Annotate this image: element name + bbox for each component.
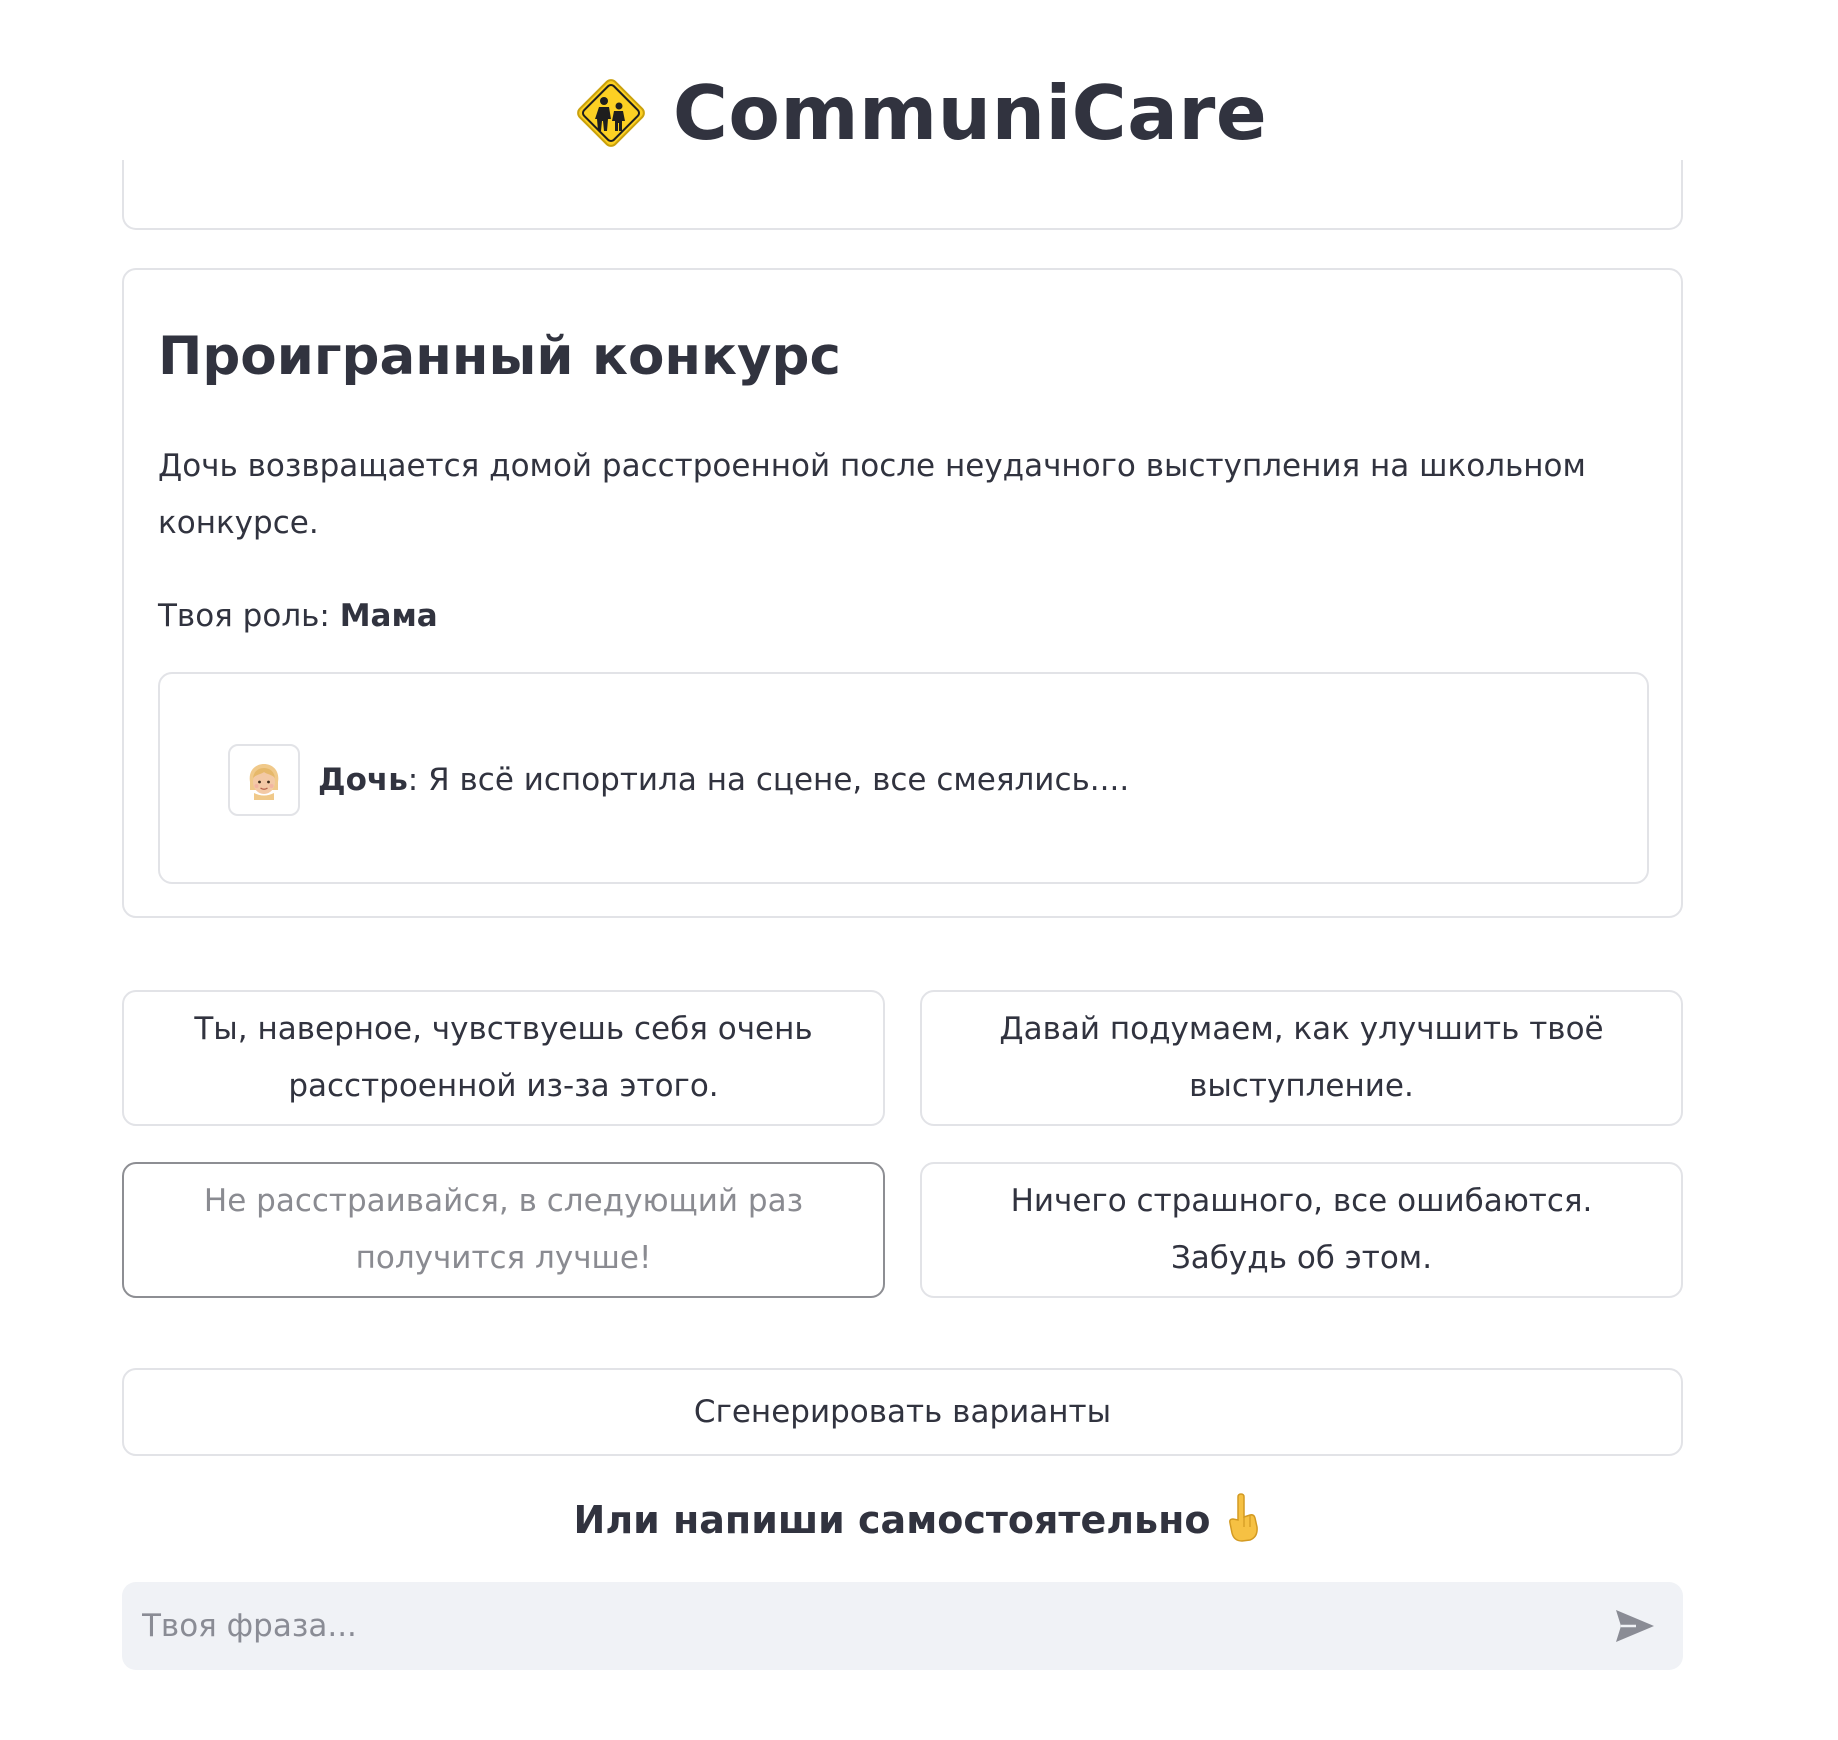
option-button-1[interactable]: Ты, наверное, чувствуешь себя очень расс…	[122, 990, 885, 1126]
dialogue-message: Дочь: Я всё испортила на сцене, все смея…	[158, 672, 1649, 884]
previous-scenario-card	[122, 160, 1683, 230]
option-button-2[interactable]: Давай подумаем, как улучшить твоё выступ…	[920, 990, 1683, 1126]
app-title: CommuniCare	[672, 68, 1268, 157]
message-separator: :	[407, 762, 429, 798]
option-button-4[interactable]: Ничего страшного, все ошибаются. Забудь …	[920, 1162, 1683, 1298]
pointing-down-icon	[1224, 1493, 1264, 1547]
message-body: Я всё испортила на сцене, все смеялись..…	[428, 762, 1130, 798]
scenario-description: Дочь возвращается домой расстроенной пос…	[158, 448, 1586, 541]
message-speaker: Дочь	[318, 762, 408, 798]
role-label: Твоя роль:	[158, 598, 340, 634]
generate-options-button[interactable]: Сгенерировать варианты	[122, 1368, 1683, 1456]
write-yourself-heading: Или напиши самостоятельно	[0, 1490, 1838, 1550]
role-name: Мама	[339, 598, 438, 634]
app-header: CommuniCare	[0, 58, 1838, 168]
chat-input-bar	[122, 1582, 1683, 1670]
write-yourself-text: Или напиши самостоятельно	[573, 1498, 1211, 1542]
option-button-3[interactable]: Не расстраивайся, в следующий раз получи…	[122, 1162, 885, 1298]
scenario-card: Проигранный конкурс Дочь возвращается до…	[122, 268, 1683, 918]
message-text: Дочь: Я всё испортила на сцене, все смея…	[318, 752, 1129, 809]
phrase-input[interactable]	[142, 1582, 1582, 1670]
girl-emoji-icon	[228, 744, 300, 816]
send-icon[interactable]	[1605, 1596, 1665, 1656]
role-line: Твоя роль: Мама	[158, 588, 438, 645]
scenario-title: Проигранный конкурс	[158, 326, 841, 387]
children-crossing-icon	[571, 73, 651, 153]
